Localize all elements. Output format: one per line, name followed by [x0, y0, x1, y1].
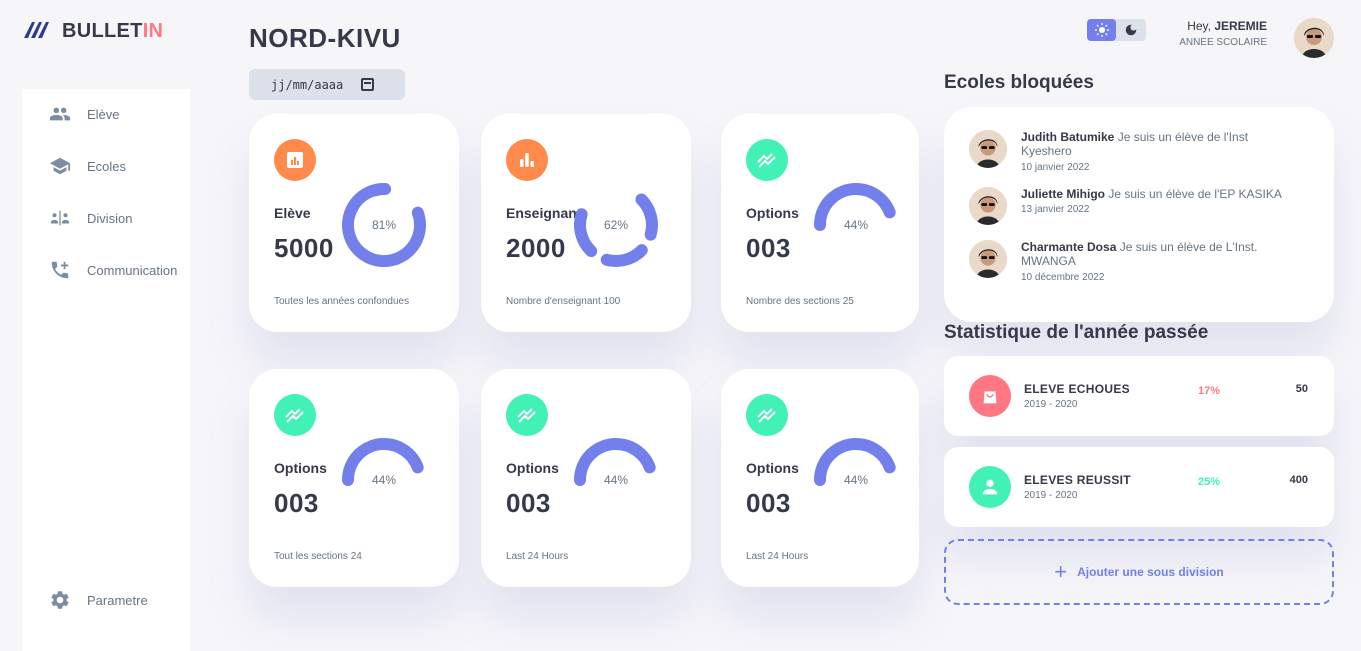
- sidebar-item-parametre[interactable]: Parametre: [49, 588, 148, 612]
- card-percent: 62%: [603, 218, 629, 232]
- stat-percent: 17%: [1198, 385, 1221, 397]
- add-sub-division-button[interactable]: + Ajouter une sous division: [944, 539, 1334, 605]
- update-message: Judith Batumike Je suis un élève de l'In…: [1021, 130, 1249, 159]
- card-value: 003: [274, 488, 319, 518]
- calendar-icon[interactable]: [361, 78, 375, 91]
- sidebar-item-label: Parametre: [87, 592, 148, 608]
- stat-count: 50: [1295, 383, 1308, 395]
- shopping-bag-icon: [969, 375, 1011, 417]
- bar-chart-icon: [506, 139, 548, 181]
- card-label: Options: [274, 460, 327, 476]
- profile-info: Hey, JEREMIE ANNEE SCOLAIRE: [1179, 19, 1267, 48]
- stat-card-options: Options 003 44% Last 24 Hours: [481, 369, 691, 587]
- brand-name: BULLETIN: [62, 19, 164, 42]
- card-value: 003: [746, 233, 791, 263]
- moon-icon[interactable]: [1116, 19, 1145, 41]
- theme-toggle[interactable]: [1087, 19, 1146, 41]
- stat-item-reussit[interactable]: ELEVES REUSSIT 2019 - 2020 25% 400: [944, 447, 1334, 527]
- update-date: 13 janvier 2022: [1021, 204, 1090, 216]
- card-value: 003: [506, 488, 551, 518]
- card-footer: Toutes les années confondues: [274, 296, 410, 307]
- add-sub-division-label: Ajouter une sous division: [1077, 565, 1224, 579]
- division-icon: [50, 210, 70, 226]
- stat-card-eleve: Elève 5000 81% Toutes les années confond…: [249, 114, 459, 332]
- blocked-title: Ecoles bloquées: [944, 72, 1094, 93]
- trend-icon: [506, 394, 548, 436]
- card-value: 003: [746, 488, 791, 518]
- stat-percent: 25%: [1198, 476, 1221, 488]
- sidebar-item-label: Communication: [87, 262, 178, 278]
- stat-card-options: Options 003 44% Nombre des sections 25: [721, 114, 919, 332]
- card-footer: Nombre d'enseignant 100: [506, 296, 621, 307]
- date-input[interactable]: jj/mm/aaaa: [249, 69, 405, 100]
- date-placeholder: jj/mm/aaaa: [271, 77, 344, 92]
- card-footer: Tout les sections 24: [274, 551, 362, 562]
- school-icon: [49, 157, 71, 175]
- gear-icon: [51, 591, 69, 609]
- avatar: [969, 187, 1007, 225]
- stat-item-echoues[interactable]: ELEVE ECHOUES 2019 - 2020 17% 50: [944, 356, 1334, 436]
- page-title: NORD-KIVU: [249, 23, 401, 53]
- stat-card-options: Options 003 44% Last 24 Hours: [721, 369, 919, 587]
- sidebar-item-label: Elève: [87, 106, 120, 122]
- card-percent: 44%: [843, 473, 869, 487]
- stat-card-options: Options 003 44% Tout les sections 24: [249, 369, 459, 587]
- card-percent: 44%: [371, 473, 397, 487]
- add-call-icon: [51, 261, 69, 279]
- card-value: 2000: [506, 233, 566, 263]
- update-message: Juliette Mihigo Je suis un élève de l'EP…: [1021, 187, 1282, 201]
- sidebar-item-communication[interactable]: Communication: [49, 258, 177, 282]
- card-footer: Last 24 Hours: [506, 551, 569, 562]
- list-item[interactable]: Charmante Dosa Je suis un élève de L'Ins…: [969, 240, 1299, 283]
- list-item[interactable]: Juliette Mihigo Je suis un élève de l'EP…: [969, 187, 1299, 225]
- bar-chart-icon: [274, 139, 316, 181]
- card-footer: Nombre des sections 25: [746, 296, 854, 307]
- brand-logo: [24, 22, 49, 38]
- profile-subtitle: ANNEE SCOLAIRE: [1179, 37, 1267, 48]
- stat-year: 2019 - 2020: [1024, 399, 1078, 410]
- profile-greeting: Hey, JEREMIE: [1187, 19, 1267, 33]
- avatar: [969, 130, 1007, 168]
- brand[interactable]: BULLETIN: [22, 18, 163, 44]
- card-label: Options: [746, 460, 799, 476]
- sidebar-item-ecoles[interactable]: Ecoles: [49, 154, 126, 178]
- sun-icon[interactable]: [1087, 19, 1116, 41]
- stat-card-enseignant: Enseignant 2000 62% Nombre d'enseignant …: [481, 114, 691, 332]
- update-date: 10 décembre 2022: [1021, 271, 1105, 283]
- trend-icon: [274, 394, 316, 436]
- card-footer: Last 24 Hours: [746, 551, 809, 562]
- list-item[interactable]: Judith Batumike Je suis un élève de l'In…: [969, 130, 1299, 173]
- plus-icon: +: [1054, 559, 1068, 584]
- sidebar-item-eleve[interactable]: Elève: [49, 102, 120, 126]
- trend-icon: [746, 394, 788, 436]
- avatar[interactable]: [1294, 18, 1334, 58]
- avatar: [969, 240, 1007, 278]
- update-date: 10 janvier 2022: [1021, 161, 1090, 173]
- people-icon: [49, 107, 71, 121]
- stat-count: 400: [1289, 474, 1308, 486]
- card-percent: 44%: [843, 218, 869, 232]
- person-icon: [969, 466, 1011, 508]
- blocked-panel: Judith Batumike Je suis un élève de l'In…: [944, 107, 1334, 322]
- sidebar-item-division[interactable]: Division: [49, 206, 133, 230]
- stat-title: ELEVES REUSSIT: [1024, 473, 1131, 487]
- sidebar-item-label: Ecoles: [87, 158, 127, 174]
- card-label: Options: [506, 460, 559, 476]
- sidebar: Elève Ecoles Division Communication Para…: [22, 89, 190, 651]
- card-label: Options: [746, 205, 799, 221]
- stat-title: ELEVE ECHOUES: [1024, 382, 1130, 396]
- card-value: 5000: [274, 233, 334, 263]
- stat-year: 2019 - 2020: [1024, 490, 1078, 501]
- trend-icon: [746, 139, 788, 181]
- stats-title: Statistique de l'année passée: [944, 322, 1209, 343]
- sidebar-item-label: Division: [87, 210, 133, 226]
- update-message: Charmante Dosa Je suis un élève de L'Ins…: [1021, 240, 1258, 269]
- card-label: Elève: [274, 205, 311, 221]
- card-percent: 44%: [603, 473, 629, 487]
- card-percent: 81%: [371, 218, 397, 232]
